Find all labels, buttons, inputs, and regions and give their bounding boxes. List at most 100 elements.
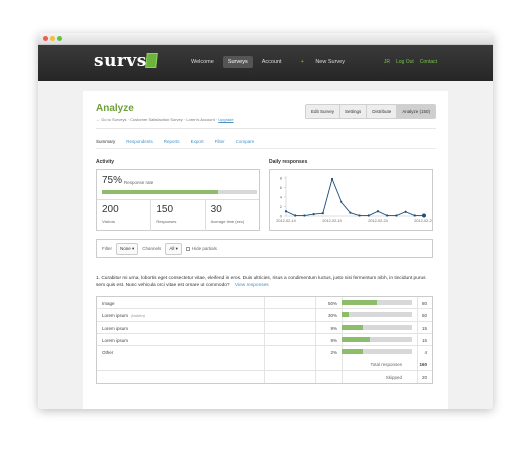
table-row: Lorem ipsum (hidden) 30% 50 [97, 309, 432, 322]
daily-heading: Daily responses [269, 159, 308, 165]
row-count: 50 [421, 313, 427, 319]
channels-select[interactable]: All ▾ [165, 242, 182, 255]
activity-heading: Activity [96, 159, 115, 165]
row-label: Lorem ipsum [102, 326, 131, 331]
data-point [312, 213, 315, 216]
row-percent: 2% [330, 350, 337, 356]
response-rate-section: 75% Response rate [97, 170, 259, 200]
settings-button[interactable]: Settings [339, 105, 368, 118]
user-initials[interactable]: JR [384, 59, 390, 65]
question-block: 1. Curabitur mi urna, lobortis eget cons… [96, 275, 433, 289]
page-content: Analyze ← Go to Surveys · Customer Satis… [83, 91, 448, 409]
upgrade-link[interactable]: Upgrade [218, 117, 233, 122]
divider [96, 128, 436, 129]
response-rate-label: Response rate [124, 180, 154, 185]
breadcrumb-sep: · [127, 117, 129, 122]
skipped-label: Skipped [385, 374, 402, 380]
plus-icon: + [300, 59, 304, 65]
tab-filter[interactable]: Filter [215, 139, 225, 144]
filter-select-value: None [120, 245, 131, 251]
row-label-text: Lorem ipsum [102, 313, 129, 319]
row-percent: 9% [330, 325, 337, 331]
tab-respondents[interactable]: Respondents [126, 139, 153, 144]
daily-responses-chart: 0 2 4 6 8 2012-02-14 2012-02-19 2012-02-24 2012-… [269, 169, 434, 231]
row-count: 15 [421, 325, 427, 331]
nav-surveys[interactable]: Surveys [222, 56, 253, 68]
data-point [367, 214, 370, 217]
nav-new-survey[interactable]: + New Survey [291, 56, 355, 68]
table-row: Image 50% 80 [97, 297, 432, 310]
row-percent: 50% [327, 301, 337, 306]
chevron-down-icon: ▾ [132, 245, 135, 251]
row-percent: 9% [330, 337, 337, 343]
results-rows: Image 50% 80 Lorem ipsum (hidden) 30% 50 Lorem … [97, 297, 432, 358]
tab-summary[interactable]: Summary [96, 139, 115, 144]
stat-label: Visitors [102, 219, 116, 224]
data-point [340, 200, 343, 203]
browser-window: survs Welcome Surveys Account + New Surv… [38, 33, 493, 409]
row-bar-fill [342, 324, 363, 330]
channels-label: Channels [142, 246, 162, 251]
edit-survey-button[interactable]: Edit Survey [305, 105, 340, 118]
y-tick-label: 4 [280, 195, 283, 200]
filter-label: Filter [102, 246, 112, 251]
x-tick-label: 2012-02-14 [276, 219, 295, 223]
row-bar-fill [342, 300, 377, 305]
breadcrumb: ← Go to Surveys · Customer Satisfaction … [96, 117, 234, 122]
skipped-row: Skipped 20 [97, 371, 432, 383]
stat-average-time: 30 Average time (sec) [206, 200, 259, 231]
contact-link[interactable]: Contact [420, 59, 437, 65]
hide-partials-checkbox[interactable]: Hide partials [185, 246, 217, 251]
series-line [285, 177, 424, 216]
top-navbar: survs Welcome Surveys Account + New Surv… [38, 45, 493, 81]
analyze-button[interactable]: Analyze (150) [397, 105, 435, 118]
logo-text[interactable]: survs [94, 51, 147, 71]
close-window-icon[interactable] [43, 36, 48, 41]
breadcrumb-account: Loren's Account [186, 117, 215, 122]
row-label-text: Image [102, 301, 115, 306]
row-label-text: Lorem ipsum [102, 337, 129, 343]
total-responses-row: Total responses 160 [97, 358, 432, 371]
row-label: Lorem ipsum (hidden) [102, 313, 145, 318]
y-tick-label: 8 [280, 176, 283, 181]
filter-select[interactable]: None ▾ [116, 242, 139, 255]
row-bar [342, 300, 412, 305]
row-count: 80 [421, 301, 427, 306]
x-tick-label: 2012-02-29 [414, 219, 432, 223]
channels-select-value: All [169, 245, 175, 251]
distribute-button[interactable]: Distribute [367, 105, 398, 118]
logout-link[interactable]: Log Out [396, 59, 414, 65]
tab-reports[interactable]: Reports [164, 139, 180, 144]
x-tick-label: 2012-02-19 [322, 219, 341, 223]
data-point [303, 214, 306, 217]
new-survey-label: New Survey [315, 59, 345, 65]
row-bar [342, 324, 412, 330]
activity-stats: 200 Visitors 150 Responses 30 Average ti… [97, 200, 259, 231]
data-point [294, 214, 297, 217]
main-nav: Welcome Surveys Account + New Survey [186, 56, 355, 68]
table-row: Other 2% 4 [97, 346, 432, 358]
row-bar [342, 349, 412, 355]
user-nav: JR Log Out Contact [384, 59, 437, 65]
skipped-value: 20 [421, 374, 427, 380]
activity-panel: 75% Response rate 200 Visitors 150 Respo… [96, 169, 260, 231]
breadcrumb-survey[interactable]: Customer Satisfaction Survey [130, 117, 183, 122]
response-rate-value: 75% [102, 175, 123, 186]
stat-value: 30 [210, 204, 222, 215]
stat-label: Average time (sec) [210, 219, 245, 224]
maximize-window-icon[interactable] [57, 36, 62, 41]
stat-visitors: 200 Visitors [97, 200, 152, 231]
nav-account[interactable]: Account [257, 56, 287, 68]
y-tick-label: 0 [280, 214, 283, 219]
tab-export[interactable]: Export [191, 139, 204, 144]
breadcrumb-surveys[interactable]: ← Go to Surveys [96, 117, 126, 122]
row-label-text: Lorem ipsum [102, 325, 129, 331]
stat-responses: 150 Responses [151, 200, 206, 231]
view-responses-link[interactable]: View responses [235, 283, 269, 288]
minimize-window-icon[interactable] [50, 36, 55, 41]
tab-compare[interactable]: Compare [236, 139, 255, 144]
nav-welcome[interactable]: Welcome [186, 56, 219, 68]
data-point [321, 212, 324, 215]
results-table: Image 50% 80 Lorem ipsum (hidden) 30% 50 Lorem … [96, 296, 433, 385]
data-point [413, 214, 416, 217]
